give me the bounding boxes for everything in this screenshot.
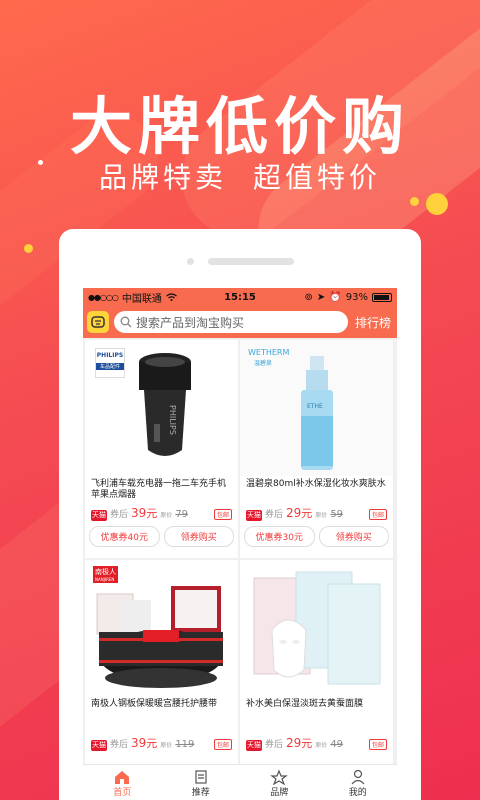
promo-subline: 品牌特卖 超值特价 (0, 156, 480, 196)
free-shipping-tag: 包邮 (213, 509, 232, 520)
price-row: 天猫 券后 39元 原价 119 包邮 (85, 733, 238, 753)
tmall-badge: 天猫 (91, 740, 107, 751)
status-time: 15:15 (224, 291, 256, 303)
home-icon (115, 771, 130, 784)
tab-label: 首页 (113, 788, 132, 798)
promo-sub-left: 品牌特卖 (98, 161, 227, 194)
search-input[interactable]: 搜索产品到淘宝购买 (114, 311, 348, 333)
orig-label: 原价 (315, 512, 328, 519)
car-charger-image: PHILIPS (139, 353, 191, 456)
battery-percent: 93% (345, 291, 368, 303)
promo-sub-right: 超值特价 (253, 161, 382, 194)
search-placeholder: 搜索产品到淘宝购买 (136, 315, 245, 330)
brand-badge: PHILIPS (96, 352, 124, 359)
tmall-badge: 天猫 (246, 510, 262, 521)
location-icon: ➤ (316, 291, 326, 303)
svg-text:PHILIPS: PHILIPS (168, 405, 177, 435)
alarm-icon: ⏰ (329, 291, 342, 303)
brand-badge: 南极人 NANJIREN (93, 566, 118, 583)
product-card[interactable]: PHILIPS 车品配件 PHILIPS 飞利浦车载充电器一拖二车充手机苹果点烟… (85, 340, 238, 558)
get-coupon-buy-button[interactable]: 领券购买 (163, 526, 234, 547)
battery-icon (371, 292, 392, 302)
after-coupon-label: 券后 (110, 510, 129, 520)
orig-price: 59 (330, 509, 344, 520)
free-shipping-tag: 包邮 (368, 739, 387, 750)
product-card[interactable]: 补水美白保湿淡斑去黄蚕面膜 天猫 券后 29元 原价 49 包邮 (240, 560, 393, 778)
product-title[interactable]: 南极人钢板保暖暖宫腰托护腰带 (85, 696, 238, 723)
app-screen: ●●○○○ 中国联通 15:15 ⊚ ➤ ⏰ 93% 搜索产品到淘宝购买 排行榜… (83, 288, 397, 800)
price-value: 39元 (131, 506, 158, 520)
brand-badge-sub: 温碧泉 (254, 360, 273, 367)
price-value: 29元 (286, 506, 313, 520)
product-grid: PHILIPS 车品配件 PHILIPS 飞利浦车载充电器一拖二车充手机苹果点烟… (83, 338, 397, 778)
carrier-label: 中国联通 (121, 293, 162, 305)
status-bar: ●●○○○ 中国联通 15:15 ⊚ ➤ ⏰ 93% (83, 288, 397, 306)
orig-label: 原价 (160, 742, 173, 749)
coupon-button[interactable]: 优惠券40元 (89, 526, 160, 547)
tab-recommend[interactable]: 推荐 (162, 765, 241, 800)
decor-dot (24, 244, 33, 253)
after-coupon-label: 券后 (110, 740, 129, 750)
recommend-icon (195, 770, 207, 784)
price-row: 天猫 券后 29元 原价 49 包邮 (240, 733, 393, 753)
price-row: 天猫 券后 39元 原价 79 包邮 (85, 503, 238, 523)
price-row: 天猫 券后 29元 原价 59 包邮 (240, 503, 393, 523)
signal-icon: ●●○○○ (88, 292, 119, 302)
tmall-badge: 天猫 (91, 510, 107, 521)
rank-button[interactable]: 排行榜 (353, 314, 393, 331)
svg-text:ETHE: ETHE (307, 403, 323, 410)
tab-label: 品牌 (270, 788, 289, 798)
get-coupon-buy-button[interactable]: 领券购买 (318, 526, 389, 547)
tab-label: 我的 (348, 788, 367, 798)
product-title[interactable]: 飞利浦车载充电器一拖二车充手机苹果点烟器 (85, 476, 238, 503)
product-image-car-charger[interactable]: PHILIPS 车品配件 PHILIPS (85, 340, 238, 476)
decor-dot (410, 197, 419, 206)
card-actions: 优惠券30元 领券购买 (240, 523, 393, 550)
bottom-tab-bar: 首页 推荐 品牌 我的 (83, 764, 397, 800)
profile-icon (351, 769, 365, 785)
price-value: 29元 (286, 736, 313, 750)
orig-price: 79 (175, 509, 189, 520)
tab-brand[interactable]: 品牌 (240, 765, 319, 800)
waist-belt-image (96, 586, 223, 688)
product-card[interactable]: 南极人 NANJIREN 南极人钢板保暖暖宫腰托护腰带 天猫 券后 39元 原价… (85, 560, 238, 778)
toner-bottle-image: ETHE (301, 356, 333, 470)
promo-headline: 大牌低价购 (69, 90, 410, 163)
rotation-lock-icon: ⊚ (304, 291, 313, 303)
coupon-button[interactable]: 优惠券30元 (244, 526, 315, 547)
brand-badge-sub: 车品配件 (96, 363, 124, 370)
free-shipping-tag: 包邮 (213, 739, 232, 750)
tab-profile[interactable]: 我的 (319, 765, 398, 800)
search-bar: 搜索产品到淘宝购买 排行榜 (83, 306, 397, 338)
product-title[interactable]: 温碧泉80ml补水保湿化妆水爽肤水 (240, 476, 393, 503)
product-card[interactable]: WETHERM 温碧泉 ETHE 温碧泉80ml补水保湿化妆水爽肤水 天猫 券后… (240, 340, 393, 558)
tab-label: 推荐 (191, 788, 210, 798)
orig-price: 119 (175, 739, 195, 750)
orig-price: 49 (330, 739, 344, 750)
orig-label: 原价 (315, 742, 328, 749)
wifi-icon (166, 293, 177, 301)
product-image-waist-belt[interactable]: 南极人 NANJIREN (85, 560, 238, 696)
product-image-face-mask[interactable] (240, 560, 393, 696)
after-coupon-label: 券后 (265, 510, 284, 520)
search-icon (120, 316, 132, 328)
phone-camera (187, 258, 194, 265)
tmall-badge: 天猫 (246, 740, 262, 751)
price-value: 39元 (131, 736, 158, 750)
orig-label: 原价 (160, 512, 173, 519)
tab-home[interactable]: 首页 (83, 765, 162, 800)
app-logo-icon[interactable] (87, 311, 109, 333)
free-shipping-tag: 包邮 (368, 509, 387, 520)
card-actions: 优惠券40元 领券购买 (85, 523, 238, 550)
product-image-toner[interactable]: WETHERM 温碧泉 ETHE (240, 340, 393, 476)
brand-icon (270, 769, 289, 785)
product-title[interactable]: 补水美白保湿淡斑去黄蚕面膜 (240, 696, 393, 723)
face-mask-image (253, 571, 381, 685)
after-coupon-label: 券后 (265, 740, 284, 750)
decor-dot (426, 193, 448, 215)
brand-badge: WETHERM (248, 348, 290, 357)
phone-speaker (208, 258, 294, 265)
